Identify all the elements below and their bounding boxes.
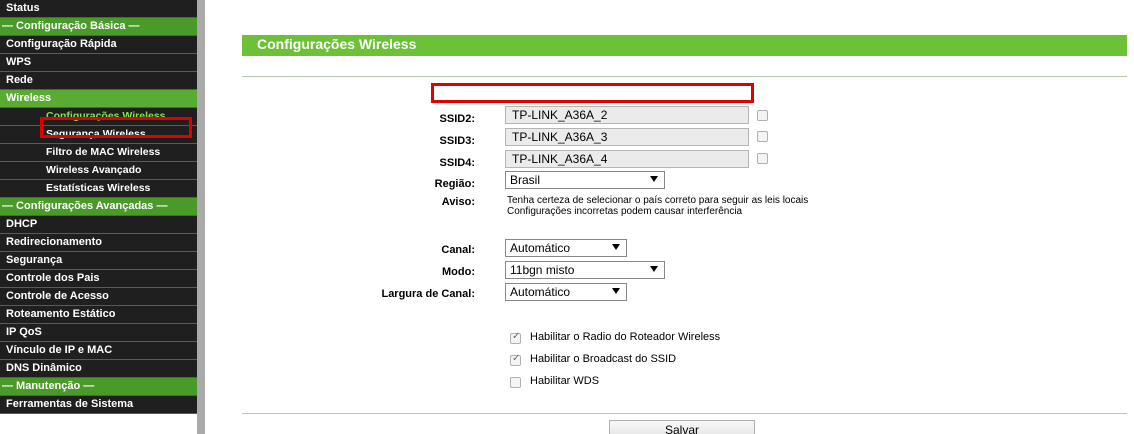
mode-select[interactable]: 11bgn misto: [505, 261, 665, 279]
sidebar-item-ip-qos[interactable]: IP QoS: [0, 324, 197, 342]
region-label: Região:: [434, 178, 475, 190]
radio-enable-checkbox[interactable]: [510, 331, 521, 344]
sidebar-menu: Status — Configuração Básica — Configuraçã…: [0, 0, 198, 414]
chevron-down-icon: [612, 288, 620, 294]
ssid2-checkbox[interactable]: [757, 110, 768, 121]
chevron-down-icon: [612, 244, 620, 250]
mode-label: Modo:: [442, 266, 475, 278]
ssid2-input[interactable]: TP-LINK_A36A_2: [505, 106, 749, 124]
wds-checkbox[interactable]: [510, 377, 521, 388]
main-content: Configurações Wireless SSID1: SSID2: TP-…: [205, 0, 1134, 434]
sidebar-item-wireless[interactable]: Wireless: [0, 90, 197, 108]
sidebar-item-controle-de-acesso[interactable]: Controle de Acesso: [0, 288, 197, 306]
sidebar-item-seguran-a[interactable]: Segurança: [0, 252, 197, 270]
sidebar-item-rede[interactable]: Rede: [0, 72, 197, 90]
channel-value: Automático: [510, 241, 571, 255]
channel-width-value: Automático: [510, 285, 571, 299]
sidebar-item-controle-dos-pais[interactable]: Controle dos Pais: [0, 270, 197, 288]
sidebar-item-roteamento-est-tico[interactable]: Roteamento Estático: [0, 306, 197, 324]
page-title-bar: Configurações Wireless: [242, 35, 1127, 56]
save-button[interactable]: Salvar: [609, 420, 755, 434]
ssid3-checkbox[interactable]: [757, 131, 768, 142]
sidebar-section-configura-o-b-sica: — Configuração Básica —: [0, 18, 197, 36]
channel-select[interactable]: Automático: [505, 239, 627, 257]
sidebar-item-seguran-a-wireless[interactable]: Segurança Wireless: [0, 126, 197, 144]
mode-value: 11bgn misto: [510, 263, 575, 277]
sidebar-item-redirecionamento[interactable]: Redirecionamento: [0, 234, 197, 252]
sidebar-item-ferramentas-de-sistema[interactable]: Ferramentas de Sistema: [0, 396, 197, 414]
ssid3-input[interactable]: TP-LINK_A36A_3: [505, 128, 749, 146]
sidebar-item-v-nculo-de-ip-e-mac[interactable]: Vínculo de IP e MAC: [0, 342, 197, 360]
broadcast-ssid-label: Habilitar o Broadcast do SSID: [530, 353, 677, 365]
sidebar-section-configura-es-avan-adas: — Configurações Avançadas —: [0, 198, 197, 216]
ssid4-input[interactable]: TP-LINK_A36A_4: [505, 150, 749, 168]
sidebar-item-dns-din-mico[interactable]: DNS Dinâmico: [0, 360, 197, 378]
region-select[interactable]: Brasil: [505, 171, 665, 189]
broadcast-ssid-checkbox[interactable]: [510, 353, 521, 366]
sidebar-item-configura-es-wireless[interactable]: Configurações Wireless: [0, 108, 197, 126]
sidebar-item-configura-o-r-pida[interactable]: Configuração Rápida: [0, 36, 197, 54]
sidebar-scrollbar[interactable]: [197, 0, 205, 434]
region-value: Brasil: [510, 173, 541, 187]
warning-line-1: Tenha certeza de selecionar o país corre…: [507, 195, 809, 206]
channel-width-label: Largura de Canal:: [381, 288, 475, 300]
sidebar-item-wps[interactable]: WPS: [0, 54, 197, 72]
sidebar-item-status[interactable]: Status: [0, 0, 197, 18]
wds-label: Habilitar WDS: [530, 375, 600, 387]
ssid1-input[interactable]: [433, 85, 752, 103]
warning-label: Aviso:: [441, 196, 475, 208]
page-title: Configurações Wireless: [257, 36, 417, 52]
warning-line-2: Configurações incorretas podem causar in…: [507, 206, 743, 217]
sidebar-item-wireless-avan-ado[interactable]: Wireless Avançado: [0, 162, 197, 180]
channel-width-select[interactable]: Automático: [505, 283, 627, 301]
chevron-down-icon: [650, 176, 658, 182]
sidebar-item-dhcp[interactable]: DHCP: [0, 216, 197, 234]
divider-bottom: [242, 413, 1127, 414]
ssid3-label: SSID3:: [439, 135, 475, 147]
ssid4-label: SSID4:: [439, 157, 475, 169]
chevron-down-icon: [650, 266, 658, 272]
sidebar-section-manuten-o: — Manutenção —: [0, 378, 197, 396]
sidebar-item-filtro-de-mac-wireless[interactable]: Filtro de MAC Wireless: [0, 144, 197, 162]
ssid2-label: SSID2:: [439, 113, 475, 125]
radio-enable-label: Habilitar o Radio do Roteador Wireless: [530, 331, 721, 343]
divider-top: [242, 76, 1127, 77]
ssid4-checkbox[interactable]: [757, 153, 768, 164]
sidebar-item-estat-sticas-wireless[interactable]: Estatísticas Wireless: [0, 180, 197, 198]
sidebar: Status — Configuração Básica — Configuraçã…: [0, 0, 205, 434]
channel-label: Canal:: [441, 244, 475, 256]
